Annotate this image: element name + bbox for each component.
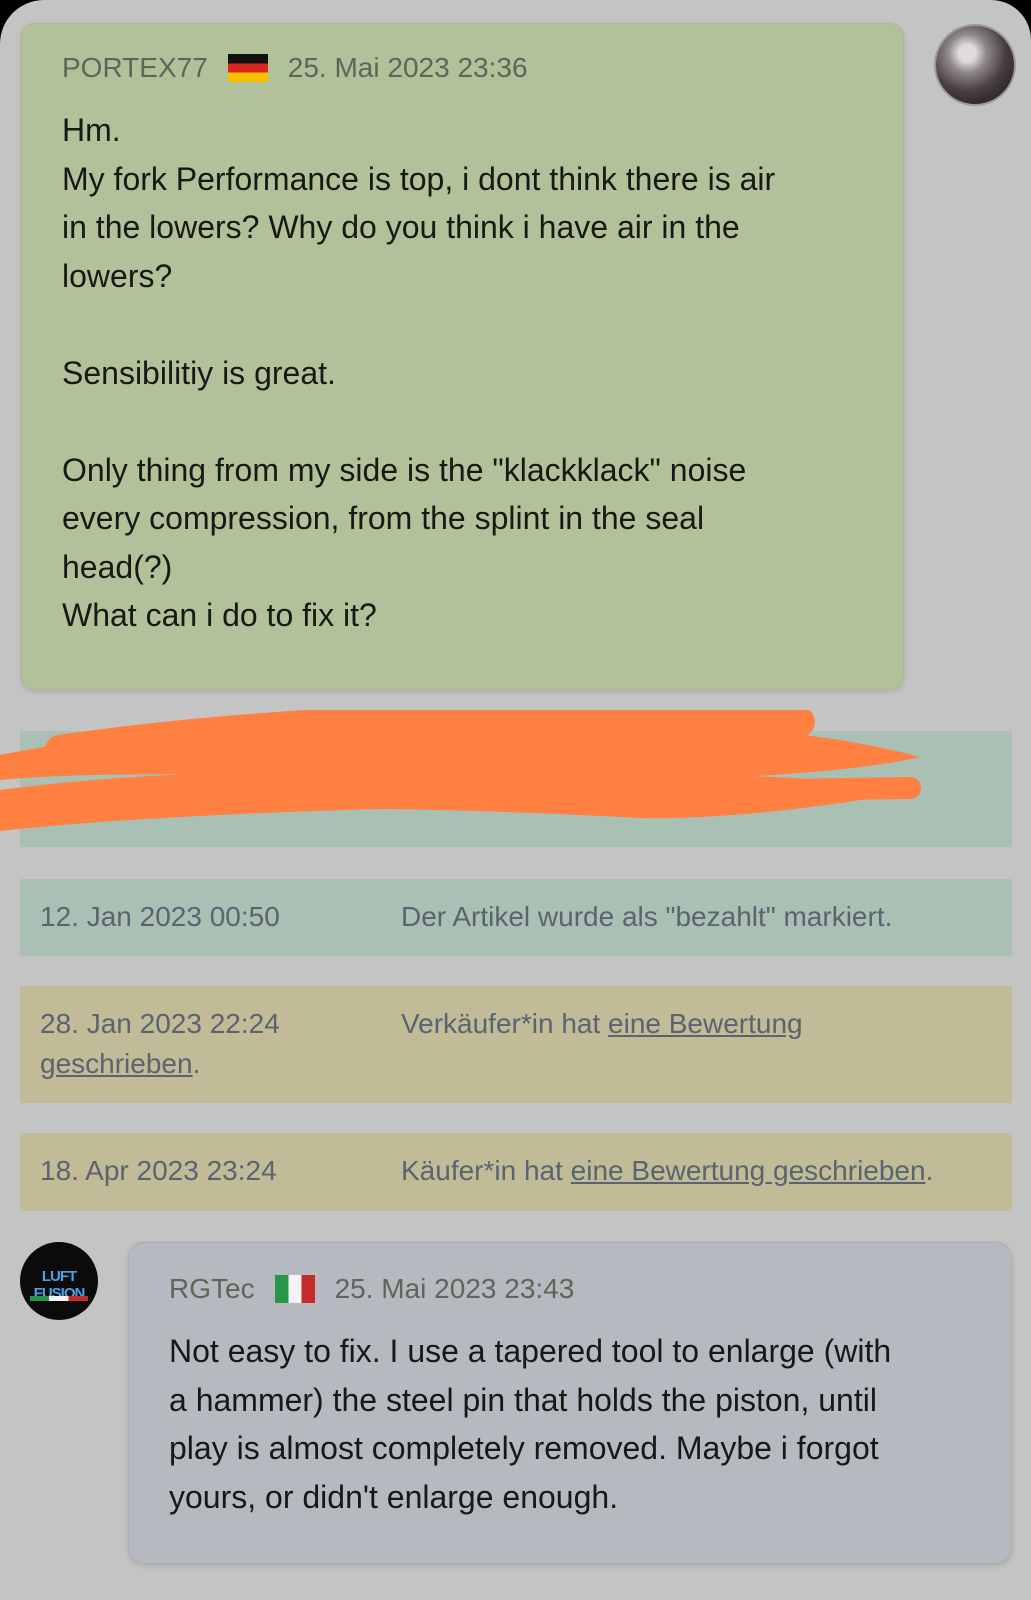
status-suffix: .	[925, 1155, 934, 1186]
conversation-screen: PORTEX77 25. Mai 2023 23:36 Hm. My fork …	[0, 0, 1031, 1600]
message-body: Not easy to fix. I use a tapered tool to…	[169, 1333, 892, 1515]
status-prefix: Verkäufer*in hat	[401, 1008, 609, 1039]
author-name[interactable]: RGTec	[169, 1273, 255, 1305]
user-avatar[interactable]	[934, 24, 1016, 106]
status-text: Verkäufer*in hat eine Bewertung	[401, 1008, 803, 1040]
rgtec-avatar[interactable]: LUFT FUSION	[20, 1242, 98, 1320]
redaction-scribble	[0, 710, 921, 831]
italy-stripe-icon	[30, 1296, 88, 1301]
status-suffix: .	[192, 1048, 201, 1079]
status-date: 12. Jan 2023 00:50	[40, 901, 280, 932]
message-bubble-rgtec: RGTec 25. Mai 2023 23:43 Not easy to fix…	[128, 1242, 1012, 1564]
review-link[interactable]: eine Bewertung geschrieben	[571, 1155, 926, 1186]
status-prefix: Käufer*in hat	[401, 1155, 571, 1186]
author-name[interactable]: PORTEX77	[62, 52, 208, 84]
message-meta: RGTec 25. Mai 2023 23:43	[169, 1273, 574, 1305]
status-text-continued: geschrieben.	[40, 1048, 200, 1080]
message-bubble-portex77: PORTEX77 25. Mai 2023 23:36 Hm. My fork …	[21, 23, 904, 690]
review-link-continued[interactable]: geschrieben	[40, 1048, 193, 1079]
message-body: Hm. My fork Performance is top, i dont t…	[62, 112, 776, 633]
germany-flag-icon	[227, 54, 268, 82]
status-row-buyer-review: 18. Apr 2023 23:24 Käufer*in hat eine Be…	[20, 1133, 1012, 1211]
status-text: Käufer*in hat eine Bewertung geschrieben…	[401, 1155, 933, 1187]
status-row-seller-review: 28. Jan 2023 22:24 Verkäufer*in hat eine…	[20, 986, 1012, 1103]
status-date: 28. Jan 2023 22:24	[40, 1008, 280, 1039]
status-row-paid: 12. Jan 2023 00:50 Der Artikel wurde als…	[20, 879, 1012, 956]
status-text: Der Artikel wurde als "bezahlt" markiert…	[401, 901, 893, 932]
review-link[interactable]: eine Bewertung	[608, 1008, 803, 1039]
status-date: 18. Apr 2023 23:24	[40, 1155, 277, 1186]
message-meta: PORTEX77 25. Mai 2023 23:36	[62, 52, 528, 84]
message-timestamp: 25. Mai 2023 23:43	[334, 1273, 575, 1304]
italy-flag-icon	[274, 1275, 315, 1303]
message-timestamp: 25. Mai 2023 23:36	[287, 52, 528, 83]
